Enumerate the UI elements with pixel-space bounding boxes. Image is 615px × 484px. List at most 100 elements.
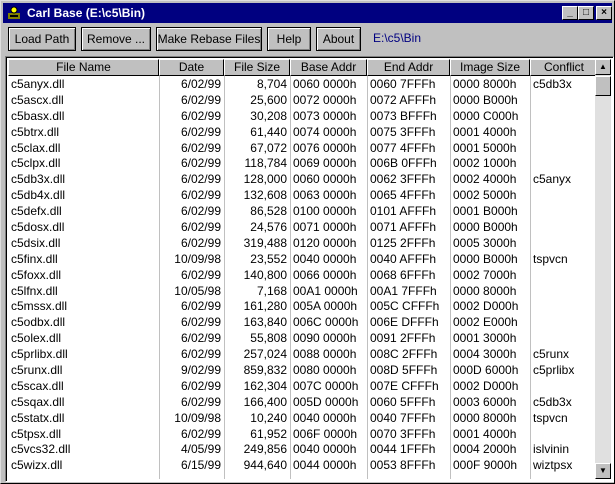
column-header-conflict[interactable]: Conflict: [530, 59, 598, 76]
table-row[interactable]: c5tpsx.dll 6/02/99 61,952 006F 0000h 0070 3F…: [8, 426, 598, 442]
cell-end-addr: 007E CFFFh: [370, 378, 439, 393]
table-row[interactable]: c5foxx.dll 6/02/99 140,800 0066 0000h 0068 6…: [8, 267, 598, 283]
cell-end-addr: 0075 3FFFh: [370, 124, 436, 139]
main-window: Carl Base (E:\c5\Bin) _ □ × Load Path Re…: [0, 0, 615, 484]
column-header-base-addr[interactable]: Base Addr: [290, 59, 367, 76]
cell-image-size: 0001 3000h: [453, 331, 517, 346]
cell-file-size: 166,400: [243, 394, 287, 409]
table-row[interactable]: c5vcs32.dll 4/05/99 249,856 0040 0000h 0044 …: [8, 441, 598, 457]
table-row[interactable]: c5runx.dll 9/02/99 859,832 0080 0000h 008D 5…: [8, 362, 598, 378]
cell-file-name: c5db3x.dll: [11, 172, 66, 187]
cell-base-addr: 0040 0000h: [293, 251, 357, 266]
minimize-button[interactable]: _: [562, 6, 578, 20]
cell-base-addr: 0069 0000h: [293, 156, 357, 171]
close-button[interactable]: ×: [596, 6, 612, 20]
table-row[interactable]: c5finx.dll 10/09/98 23,552 0040 0000h 0040 A…: [8, 251, 598, 267]
table-row[interactable]: c5mssx.dll 6/02/99 161,280 005A 0000h 005C C…: [8, 298, 598, 314]
cell-image-size: 0000 B000h: [453, 220, 518, 235]
cell-file-name: c5dosx.dll: [11, 220, 65, 235]
cell-base-addr: 0074 0000h: [293, 124, 357, 139]
cell-image-size: 0002 D000h: [453, 378, 519, 393]
cell-file-name: c5odbx.dll: [11, 315, 66, 330]
cell-conflict: c5anyx: [533, 172, 572, 187]
cell-date: 10/05/98: [174, 283, 221, 298]
cell-end-addr: 0040 7FFFh: [370, 410, 436, 425]
table-row[interactable]: c5wizx.dll 6/15/99 944,640 0044 0000h 0053 8…: [8, 457, 598, 473]
cell-end-addr: 0077 4FFFh: [370, 140, 436, 155]
column-header-image-size[interactable]: Image Size: [450, 59, 530, 76]
title-bar[interactable]: Carl Base (E:\c5\Bin) _ □ ×: [3, 3, 612, 23]
cell-file-size: 140,800: [243, 267, 287, 282]
table-row[interactable]: c5dsix.dll 6/02/99 319,488 0120 0000h 0125 2…: [8, 235, 598, 251]
cell-end-addr: 008D 5FFFh: [370, 363, 438, 378]
cell-file-size: 86,528: [250, 204, 287, 219]
cell-date: 6/02/99: [180, 204, 221, 219]
table-row[interactable]: c5btrx.dll 6/02/99 61,440 0074 0000h 0075 3F…: [8, 124, 598, 140]
cell-image-size: 0000 8000h: [453, 410, 517, 425]
scroll-down-icon[interactable]: ▼: [595, 463, 611, 479]
maximize-button[interactable]: □: [578, 6, 594, 20]
cell-end-addr: 008C 2FFFh: [370, 347, 438, 362]
cell-file-size: 7,168: [256, 283, 287, 298]
cell-base-addr: 0060 0000h: [293, 77, 357, 91]
cell-file-size: 61,952: [250, 426, 287, 441]
cell-date: 4/05/99: [180, 442, 221, 457]
cell-date: 6/02/99: [180, 140, 221, 155]
about-button[interactable]: About: [316, 27, 361, 51]
table-row[interactable]: c5lfnx.dll 10/05/98 7,168 00A1 0000h 00A1 7F…: [8, 283, 598, 299]
table-row[interactable]: c5statx.dll 10/09/98 10,240 0040 0000h 0040 …: [8, 410, 598, 426]
scroll-up-icon[interactable]: ▲: [595, 59, 611, 75]
cell-image-size: 0004 2000h: [453, 442, 517, 457]
scroll-thumb[interactable]: [595, 76, 611, 96]
app-icon: [8, 6, 20, 19]
make-rebase-files-button[interactable]: Make Rebase Files: [156, 27, 262, 51]
table-row[interactable]: c5basx.dll 6/02/99 30,208 0073 0000h 0073 BF…: [8, 108, 598, 124]
table-row[interactable]: c5olex.dll 6/02/99 55,808 0090 0000h 0091 2F…: [8, 330, 598, 346]
table-row[interactable]: c5ascx.dll 6/02/99 25,600 0072 0000h 0072 AF…: [8, 92, 598, 108]
load-path-button[interactable]: Load Path: [8, 27, 76, 51]
cell-file-size: 8,704: [256, 77, 287, 91]
table-row[interactable]: c5clax.dll 6/02/99 67,072 0076 0000h 0077 4F…: [8, 140, 598, 156]
cell-file-size: 67,072: [250, 140, 287, 155]
remove-button[interactable]: Remove ...: [81, 27, 151, 51]
table-row[interactable]: c5db3x.dll 6/02/99 128,000 0060 0000h 0062 3…: [8, 171, 598, 187]
table-row[interactable]: c5clpx.dll 6/02/99 118,784 0069 0000h 006B 0…: [8, 155, 598, 171]
help-button[interactable]: Help: [267, 27, 311, 51]
table-row[interactable]: c5db4x.dll 6/02/99 132,608 0063 0000h 0065 4…: [8, 187, 598, 203]
table-row[interactable]: c5sqax.dll 6/02/99 166,400 005D 0000h 0060 5…: [8, 394, 598, 410]
table-row[interactable]: c5defx.dll 6/02/99 86,528 0100 0000h 0101 AF…: [8, 203, 598, 219]
list-header: File Name Date File Size Base Addr End Addr I…: [8, 59, 598, 76]
column-header-end-addr[interactable]: End Addr: [367, 59, 450, 76]
cell-file-name: c5tpsx.dll: [11, 426, 62, 441]
file-list[interactable]: File Name Date File Size Base Addr End Addr I…: [5, 56, 614, 482]
cell-end-addr: 005C CFFFh: [370, 299, 440, 314]
cell-base-addr: 0040 0000h: [293, 410, 357, 425]
cell-base-addr: 0076 0000h: [293, 140, 357, 155]
table-row[interactable]: c5dosx.dll 6/02/99 24,576 0071 0000h 0071 AF…: [8, 219, 598, 235]
cell-file-name: c5prlibx.dll: [11, 347, 68, 362]
cell-file-size: 128,000: [243, 172, 287, 187]
cell-date: 6/02/99: [180, 188, 221, 203]
cell-conflict: tspvcn: [533, 251, 568, 266]
cell-file-name: c5defx.dll: [11, 204, 62, 219]
cell-image-size: 0002 7000h: [453, 267, 517, 282]
table-row[interactable]: c5prlibx.dll 6/02/99 257,024 0088 0000h 008C…: [8, 346, 598, 362]
cell-end-addr: 0073 BFFFh: [370, 108, 437, 123]
cell-end-addr: 0062 3FFFh: [370, 172, 436, 187]
table-row[interactable]: c5odbx.dll 6/02/99 163,840 006C 0000h 006E D…: [8, 314, 598, 330]
cell-file-name: c5lfnx.dll: [11, 283, 58, 298]
table-row[interactable]: c5scax.dll 6/02/99 162,304 007C 0000h 007E C…: [8, 378, 598, 394]
cell-end-addr: 0068 6FFFh: [370, 267, 436, 282]
table-row[interactable]: c5anyx.dll 6/02/99 8,704 0060 0000h 0060 7FF…: [8, 76, 598, 92]
vertical-scrollbar[interactable]: ▲ ▼: [595, 59, 611, 479]
column-header-file-name[interactable]: File Name: [8, 59, 159, 76]
cell-file-name: c5ascx.dll: [11, 92, 64, 107]
cell-file-name: c5olex.dll: [11, 331, 62, 346]
cell-base-addr: 006F 0000h: [293, 426, 358, 441]
cell-file-name: c5foxx.dll: [11, 267, 62, 282]
cell-conflict: c5db3x: [533, 394, 572, 409]
column-header-date[interactable]: Date: [159, 59, 224, 76]
cell-end-addr: 00A1 7FFFh: [370, 283, 437, 298]
column-header-file-size[interactable]: File Size: [224, 59, 290, 76]
cell-file-size: 118,784: [244, 156, 288, 171]
